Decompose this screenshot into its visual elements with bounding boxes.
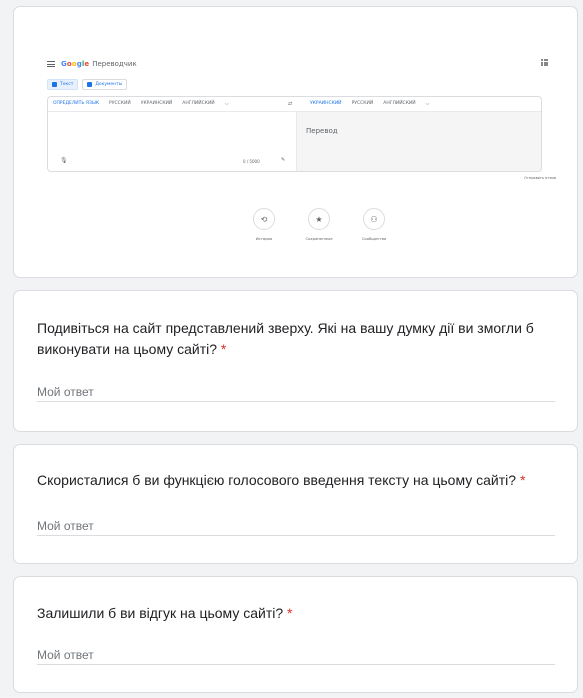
question-title: Подивіться на сайт представлений зверху.… — [37, 320, 534, 357]
mode-documents: Документы — [82, 79, 128, 90]
question-card-2: Скористалися б ви функцією голосового вв… — [13, 444, 578, 564]
mode-text: Текст — [47, 79, 79, 90]
menu-icon — [47, 61, 55, 67]
chevron-down-icon: ⌵ — [224, 101, 229, 107]
document-icon — [87, 82, 93, 87]
mic-icon: 🎙 — [60, 157, 68, 164]
pencil-icon: ✎ — [281, 157, 286, 163]
required-mark: * — [519, 472, 526, 488]
answer-input[interactable] — [37, 382, 555, 402]
translation-placeholder: Перевод — [306, 127, 338, 135]
target-languages: УКРАИНСКИЙ РУССКИЙ АНГЛИЙСКИЙ ⌵ — [310, 101, 430, 107]
question-title: Скористалися б ви функцією голосового вв… — [37, 472, 526, 488]
translate-actions: ⟲ История ★ Сохраненные ⚇ Сообщество — [239, 208, 404, 241]
action-community: ⚇ Сообщество — [349, 208, 399, 241]
answer-input[interactable] — [37, 516, 555, 536]
question-card-3: Залишили б ви відгук на цьому сайті? * — [13, 576, 578, 693]
translate-header: Google Переводчик — [47, 58, 137, 70]
image-card: Google Переводчик Текст Документы ОПРЕДЕ… — [13, 6, 578, 278]
answer-input[interactable] — [37, 645, 555, 665]
translate-icon — [52, 82, 57, 87]
apps-grid-icon — [541, 59, 548, 66]
community-icon: ⚇ — [363, 208, 385, 230]
action-history: ⟲ История — [239, 208, 289, 241]
action-saved: ★ Сохраненные — [294, 208, 344, 241]
star-icon: ★ — [308, 208, 330, 230]
char-count: 0 / 5000 — [243, 159, 260, 164]
swap-icon: ⇄ — [288, 101, 293, 107]
question-title: Залишили б ви відгук на цьому сайті? * — [37, 605, 293, 621]
question-card-1: Подивіться на сайт представлений зверху.… — [13, 290, 578, 432]
google-logo: Google — [61, 60, 90, 68]
translate-screenshot: Google Переводчик Текст Документы ОПРЕДЕ… — [34, 43, 560, 263]
form-page: Google Переводчик Текст Документы ОПРЕДЕ… — [0, 0, 583, 698]
mode-tabs: Текст Документы — [47, 79, 131, 90]
required-mark: * — [220, 341, 227, 357]
history-icon: ⟲ — [253, 208, 275, 230]
product-name: Переводчик — [92, 60, 137, 68]
source-languages: ОПРЕДЕЛИТЬ ЯЗЫК РУССКИЙ УКРАИНСКИЙ АНГЛИ… — [53, 101, 229, 107]
required-mark: * — [287, 605, 293, 621]
translate-box: ОПРЕДЕЛИТЬ ЯЗЫК РУССКИЙ УКРАИНСКИЙ АНГЛИ… — [47, 96, 542, 172]
feedback-link: Отправить отзыв — [524, 176, 556, 180]
chevron-down-icon: ⌵ — [425, 101, 430, 107]
